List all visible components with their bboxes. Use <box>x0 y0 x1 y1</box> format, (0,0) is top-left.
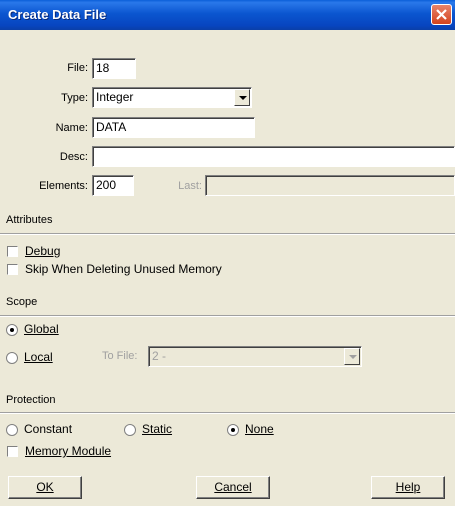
none-radio[interactable] <box>227 424 239 436</box>
to-file-value: 2 - <box>152 349 167 363</box>
desc-field[interactable] <box>92 146 455 167</box>
debug-checkbox[interactable] <box>7 246 18 257</box>
memory-module-label[interactable]: Memory Module <box>25 444 111 458</box>
help-button[interactable]: Help <box>371 476 445 499</box>
chevron-down-icon <box>349 355 357 359</box>
name-field[interactable]: DATA <box>92 117 255 138</box>
close-icon <box>436 9 447 20</box>
ok-button[interactable]: OK <box>8 476 82 499</box>
protection-heading: Protection <box>6 394 56 406</box>
static-radio[interactable] <box>124 424 136 436</box>
type-label: Type: <box>61 92 88 104</box>
title-bar: Create Data File <box>0 0 455 30</box>
radio-selected-dot <box>231 428 235 432</box>
last-label: Last: <box>178 180 202 192</box>
local-label[interactable]: Local <box>24 350 53 364</box>
global-radio[interactable] <box>6 324 18 336</box>
protection-divider <box>0 412 455 414</box>
skip-unused-memory-label[interactable]: Skip When Deleting Unused Memory <box>25 262 222 276</box>
radio-selected-dot <box>10 328 14 332</box>
local-radio[interactable] <box>6 352 18 364</box>
attributes-divider <box>0 233 455 235</box>
static-label[interactable]: Static <box>142 422 172 436</box>
type-select[interactable]: Integer <box>92 87 252 108</box>
to-file-label: To File: <box>102 350 138 362</box>
to-file-dropdown-button <box>344 348 360 365</box>
name-label: Name: <box>55 122 88 134</box>
scope-divider <box>0 315 455 317</box>
skip-unused-memory-checkbox[interactable] <box>7 264 18 275</box>
global-label[interactable]: Global <box>24 322 59 336</box>
type-dropdown-button[interactable] <box>234 89 250 106</box>
file-label: File: <box>67 62 88 74</box>
constant-label[interactable]: Constant <box>24 422 72 436</box>
debug-label[interactable]: Debug <box>25 244 60 258</box>
type-value: Integer <box>96 90 134 104</box>
window-title: Create Data File <box>8 7 107 22</box>
close-button[interactable] <box>431 4 452 25</box>
attributes-heading: Attributes <box>6 214 53 226</box>
memory-module-checkbox[interactable] <box>7 446 18 457</box>
cancel-button[interactable]: Cancel <box>196 476 270 499</box>
chevron-down-icon <box>239 96 247 100</box>
to-file-select: 2 - <box>148 346 362 367</box>
desc-label: Desc: <box>59 151 88 163</box>
elements-field[interactable]: 200 <box>92 175 134 196</box>
file-field[interactable]: 18 <box>92 58 136 79</box>
scope-heading: Scope <box>6 296 38 308</box>
constant-radio[interactable] <box>6 424 18 436</box>
last-field <box>205 175 455 196</box>
elements-label: Elements: <box>39 180 88 192</box>
none-label[interactable]: None <box>245 422 274 436</box>
